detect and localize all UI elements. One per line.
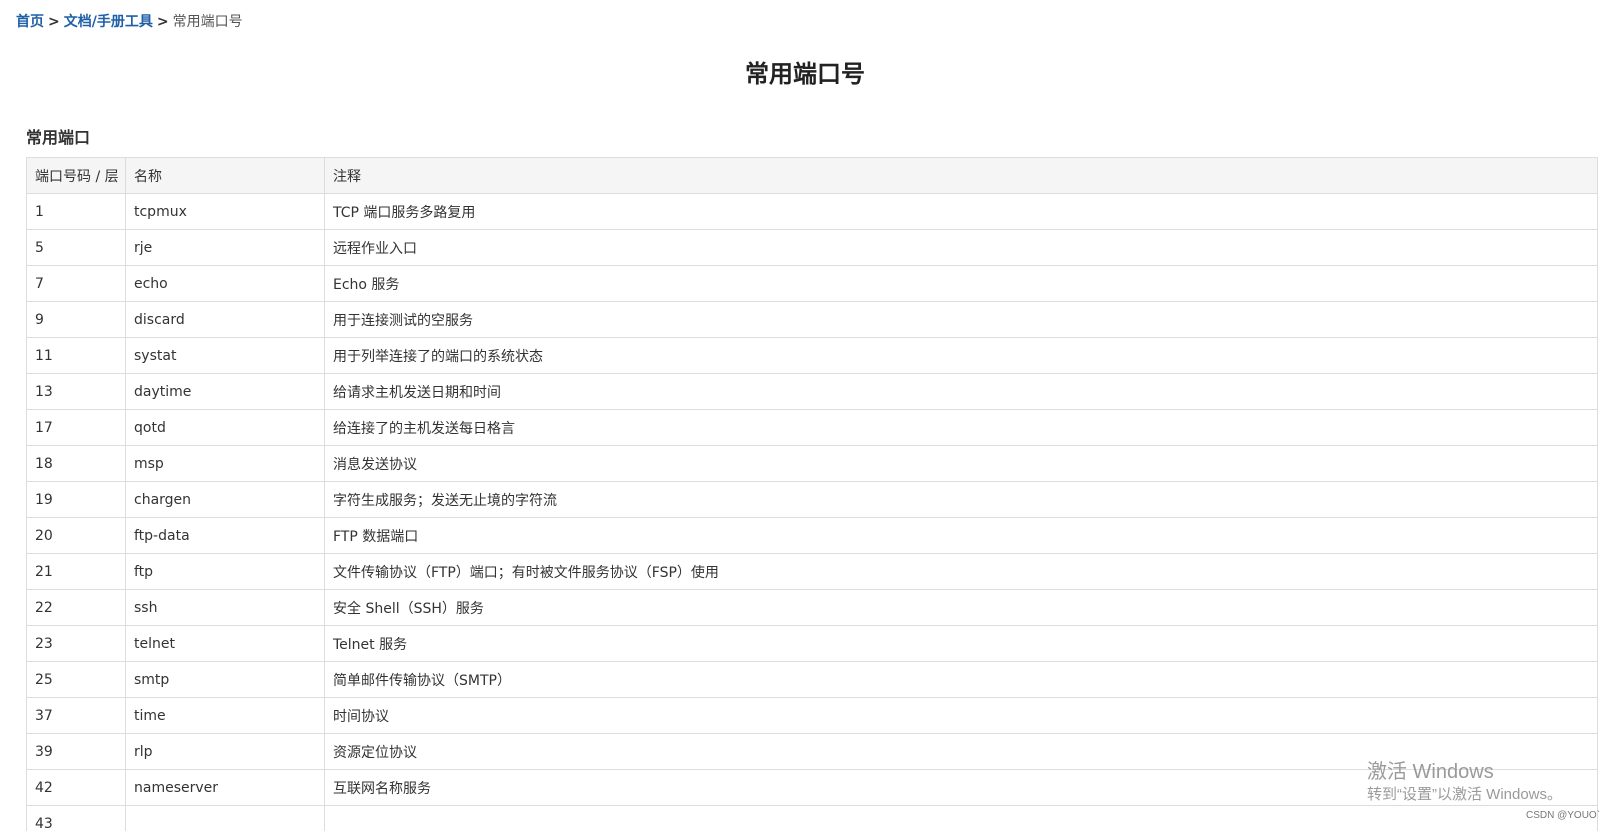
cell-name: smtp xyxy=(125,661,325,698)
cell-name: ftp-data xyxy=(125,517,325,554)
cell-port: 20 xyxy=(26,517,126,554)
table-row: 9 discard 用于连接测试的空服务 xyxy=(26,301,1598,338)
cell-port: 11 xyxy=(26,337,126,374)
cell-port: 21 xyxy=(26,553,126,590)
table-row: 25 smtp 简单邮件传输协议（SMTP） xyxy=(26,661,1598,698)
cell-port: 18 xyxy=(26,445,126,482)
breadcrumb: 首页 > 文档/手册工具 > 常用端口号 xyxy=(16,13,243,31)
cell-port: 25 xyxy=(26,661,126,698)
ports-table: 端口号码 / 层 名称 注释 1 tcpmux TCP 端口服务多路复用 5 rje 远程… xyxy=(26,157,1598,831)
cell-name: systat xyxy=(125,337,325,374)
table-row: 21 ftp 文件传输协议（FTP）端口；有时被文件服务协议（FSP）使用 xyxy=(26,553,1598,590)
cell-name: rje xyxy=(125,229,325,266)
column-header-name: 名称 xyxy=(125,157,325,194)
cell-note: 消息发送协议 xyxy=(324,445,1598,482)
cell-name: discard xyxy=(125,301,325,338)
column-header-port: 端口号码 / 层 xyxy=(26,157,126,194)
cell-note xyxy=(324,805,1598,831)
table-row: 39 rlp 资源定位协议 xyxy=(26,733,1598,770)
table-row: 18 msp 消息发送协议 xyxy=(26,445,1598,482)
cell-name: chargen xyxy=(125,481,325,518)
column-header-note: 注释 xyxy=(324,157,1598,194)
cell-name: echo xyxy=(125,265,325,302)
watermark-line-1: 激活 Windows xyxy=(1367,761,1494,783)
cell-note: 远程作业入口 xyxy=(324,229,1598,266)
cell-port: 19 xyxy=(26,481,126,518)
cell-name: ftp xyxy=(125,553,325,590)
table-row: 11 systat 用于列举连接了的端口的系统状态 xyxy=(26,337,1598,374)
table-row: 43 xyxy=(26,805,1598,831)
cell-port: 13 xyxy=(26,373,126,410)
table-row: 13 daytime 给请求主机发送日期和时间 xyxy=(26,373,1598,410)
table-header-row: 端口号码 / 层 名称 注释 xyxy=(26,157,1598,194)
cell-port: 1 xyxy=(26,193,126,230)
windows-activation-watermark: 激活 Windows 转到“设置”以激活 Windows。 xyxy=(1367,760,1562,804)
cell-name: msp xyxy=(125,445,325,482)
cell-note: 字符生成服务；发送无止境的字符流 xyxy=(324,481,1598,518)
cell-note: Echo 服务 xyxy=(324,265,1598,302)
cell-port: 5 xyxy=(26,229,126,266)
cell-note: 用于列举连接了的端口的系统状态 xyxy=(324,337,1598,374)
cell-note: 安全 Shell（SSH）服务 xyxy=(324,589,1598,626)
cell-note: 文件传输协议（FTP）端口；有时被文件服务协议（FSP）使用 xyxy=(324,553,1598,590)
cell-name: daytime xyxy=(125,373,325,410)
page: 首页 > 文档/手册工具 > 常用端口号 常用端口号 常用端口 端口号码 / 层 名称 … xyxy=(0,0,1610,831)
table-row: 20 ftp-data FTP 数据端口 xyxy=(26,517,1598,554)
watermark-line-2: 转到“设置”以激活 Windows。 xyxy=(1367,786,1563,803)
cell-name: qotd xyxy=(125,409,325,446)
cell-note: FTP 数据端口 xyxy=(324,517,1598,554)
cell-name xyxy=(125,805,325,831)
cell-name: tcpmux xyxy=(125,193,325,230)
breadcrumb-home-link[interactable]: 首页 xyxy=(16,14,44,30)
table-row: 17 qotd 给连接了的主机发送每日格言 xyxy=(26,409,1598,446)
page-title: 常用端口号 xyxy=(745,60,865,88)
cell-note: 简单邮件传输协议（SMTP） xyxy=(324,661,1598,698)
csdn-watermark: CSDN @YOUO` xyxy=(1526,810,1601,821)
cell-port: 37 xyxy=(26,697,126,734)
cell-port: 43 xyxy=(26,805,126,831)
table-row: 7 echo Echo 服务 xyxy=(26,265,1598,302)
table-row: 42 nameserver 互联网名称服务 xyxy=(26,769,1598,806)
cell-port: 22 xyxy=(26,589,126,626)
table-row: 23 telnet Telnet 服务 xyxy=(26,625,1598,662)
table-row: 1 tcpmux TCP 端口服务多路复用 xyxy=(26,193,1598,230)
cell-note: TCP 端口服务多路复用 xyxy=(324,193,1598,230)
breadcrumb-separator: > xyxy=(156,14,169,30)
breadcrumb-separator: > xyxy=(48,14,60,30)
cell-name: nameserver xyxy=(125,769,325,806)
section-title: 常用端口 xyxy=(26,128,91,147)
cell-name: ssh xyxy=(125,589,325,626)
cell-note: 给请求主机发送日期和时间 xyxy=(324,373,1598,410)
cell-port: 17 xyxy=(26,409,126,446)
cell-name: rlp xyxy=(125,733,325,770)
breadcrumb-category-link[interactable]: 文档/手册工具 xyxy=(64,14,153,30)
cell-name: time xyxy=(125,697,325,734)
cell-port: 23 xyxy=(26,625,126,662)
table-row: 37 time 时间协议 xyxy=(26,697,1598,734)
cell-name: telnet xyxy=(125,625,325,662)
cell-note: Telnet 服务 xyxy=(324,625,1598,662)
table-row: 19 chargen 字符生成服务；发送无止境的字符流 xyxy=(26,481,1598,518)
cell-note: 时间协议 xyxy=(324,697,1598,734)
cell-port: 39 xyxy=(26,733,126,770)
cell-note: 给连接了的主机发送每日格言 xyxy=(324,409,1598,446)
table-body: 1 tcpmux TCP 端口服务多路复用 5 rje 远程作业入口 7 echo Echo 服… xyxy=(26,193,1598,831)
cell-port: 9 xyxy=(26,301,126,338)
table-row: 5 rje 远程作业入口 xyxy=(26,229,1598,266)
breadcrumb-current: 常用端口号 xyxy=(172,14,243,30)
cell-note: 用于连接测试的空服务 xyxy=(324,301,1598,338)
cell-port: 7 xyxy=(26,265,126,302)
cell-port: 42 xyxy=(26,769,126,806)
table-row: 22 ssh 安全 Shell（SSH）服务 xyxy=(26,589,1598,626)
